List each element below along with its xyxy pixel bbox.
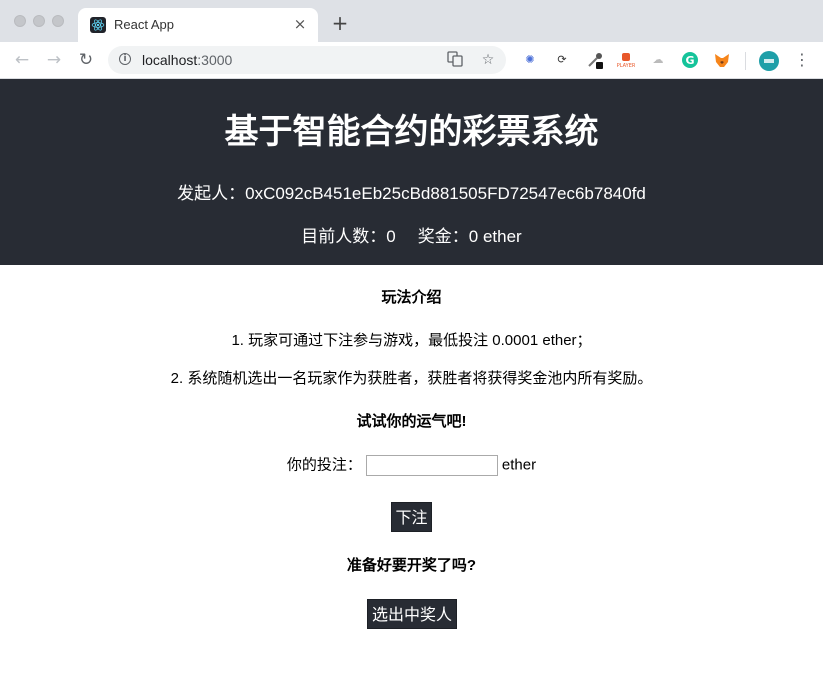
window-minimize-dot[interactable] [33,15,45,27]
initiator-line: 发起人：0xC092cB451eEb25cBd881505FD72547ec6b… [0,183,823,205]
rule-2: 2. 系统随机选出一名玩家作为获胜者，获胜者将获得奖金池内所有奖励。 [170,370,653,387]
prize-label: 奖金： [417,227,469,246]
draw-heading: 准备好要开奖了吗? [346,557,477,574]
app-header: 基于智能合约的彩票系统 发起人：0xC092cB451eEb25cBd88150… [0,79,823,265]
site-info-icon[interactable]: i [119,53,131,65]
initiator-label: 发起人： [177,184,246,203]
react-logo-icon [90,17,106,33]
browser-menu-icon[interactable]: ⋮ [793,51,811,69]
bet-row: 你的投注： ether [0,455,823,476]
extension-sync-icon[interactable]: ⟳ [553,51,571,69]
place-bet-button[interactable]: 下注 [391,502,432,532]
extension-cloud-icon[interactable]: ☁ [649,51,667,69]
bet-label: 你的投注： [286,456,362,474]
url-text: localhost:3000 [142,52,232,68]
tab-title: React App [114,17,174,32]
extension-sun-icon[interactable]: ✺ [521,51,539,69]
extension-player-icon[interactable]: PLAYER [617,51,636,69]
toolbar-separator [745,52,746,70]
rules-heading: 玩法介绍 [381,289,442,306]
new-tab-icon[interactable]: + [330,13,350,33]
bet-heading: 试试你的运气吧! [356,413,467,430]
svg-text:PLAYER: PLAYER [617,63,635,69]
forward-arrow-icon[interactable]: → [44,50,64,70]
window-close-dot[interactable] [14,15,26,27]
players-count: 0 [386,227,396,246]
bet-amount-input[interactable] [365,455,498,476]
page-title: 基于智能合约的彩票系统 [224,112,599,152]
browser-tab-bar: React App × + [0,0,823,42]
back-arrow-icon[interactable]: ← [12,50,32,70]
address-bar[interactable]: i localhost:3000 ☆ [108,46,506,74]
extension-eyedropper-icon[interactable] [586,51,604,69]
reload-icon[interactable]: ↻ [76,50,96,70]
bookmark-star-icon[interactable]: ☆ [479,51,497,69]
prize-amount: 0 ether [468,227,522,246]
window-maximize-dot[interactable] [52,15,64,27]
browser-tab-active[interactable]: React App × [78,8,318,42]
bet-unit: ether [501,456,537,474]
pick-winner-button[interactable]: 选出中奖人 [367,599,457,629]
svg-text:G: G [685,54,694,67]
url-port: :3000 [197,52,233,68]
rule-1: 1. 玩家可通过下注参与游戏，最低投注 0.0001 ether； [231,332,592,349]
lottery-stats: 目前人数：0 奖金：0 ether [0,226,823,248]
tab-close-icon[interactable]: × [292,16,308,32]
url-host: localhost [142,52,198,68]
metamask-fox-icon[interactable] [713,51,731,69]
browser-toolbar: ← → ↻ i localhost:3000 ☆ ✺ ⟳ PLAYER ☁ G … [0,42,823,79]
grammarly-icon[interactable]: G [681,51,699,69]
players-label: 目前人数： [301,227,387,246]
initiator-address: 0xC092cB451eEb25cBd881505FD72547ec6b7840… [245,184,646,203]
translate-icon[interactable] [446,51,464,69]
profile-avatar-icon[interactable] [759,51,779,71]
